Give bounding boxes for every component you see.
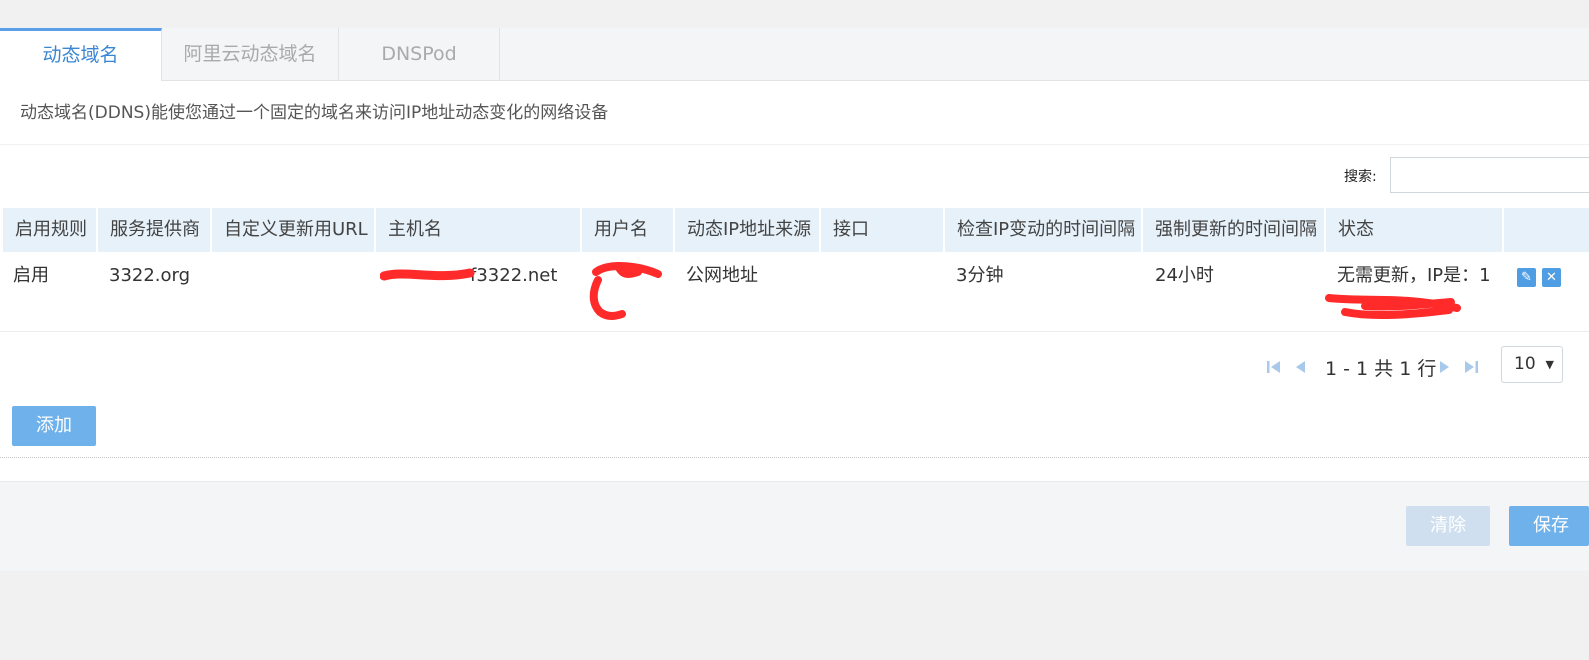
column-header-interface: 接口 bbox=[821, 208, 945, 252]
cell-provider: 3322.org bbox=[109, 265, 191, 286]
column-header-check-interval: 检查IP变动的时间间隔 bbox=[945, 208, 1143, 252]
tab-aliyun-ddns[interactable]: 阿里云动态域名 bbox=[162, 28, 339, 80]
caret-down-icon: ▼ bbox=[1545, 358, 1554, 371]
cell-check-interval: 3分钟 bbox=[956, 265, 1004, 286]
pagination-summary: 1 - 1 共 1 行 bbox=[1325, 358, 1437, 380]
column-header-status: 状态 bbox=[1326, 208, 1504, 252]
search-input[interactable] bbox=[1390, 157, 1589, 193]
save-button[interactable]: 保存 bbox=[1509, 506, 1589, 546]
first-page-icon[interactable] bbox=[1266, 358, 1282, 376]
column-header-custom-url: 自定义更新用URL bbox=[212, 208, 376, 252]
column-header-ip-source: 动态IP地址来源 bbox=[675, 208, 821, 252]
last-page-icon[interactable] bbox=[1463, 358, 1479, 376]
footer-bar: 清除 保存 bbox=[0, 481, 1589, 571]
cell-status: 无需更新，IP是：1 bbox=[1337, 265, 1491, 286]
tab-ddns[interactable]: 动态域名 bbox=[0, 28, 162, 81]
status-ip-redaction bbox=[1325, 294, 1461, 320]
tab-dnspod[interactable]: DNSPod bbox=[339, 28, 500, 80]
cell-enabled: 启用 bbox=[13, 265, 49, 286]
ddns-panel: 动态域名 阿里云动态域名 DNSPod 动态域名(DDNS)能使您通过一个固定的… bbox=[0, 28, 1589, 571]
close-icon: ✕ bbox=[1546, 270, 1557, 285]
column-header-username: 用户名 bbox=[582, 208, 675, 252]
hostname-redaction bbox=[380, 268, 475, 281]
divider bbox=[0, 144, 1589, 145]
edit-button[interactable]: ✎ bbox=[1517, 268, 1536, 287]
divider bbox=[0, 457, 1589, 458]
page-description: 动态域名(DDNS)能使您通过一个固定的域名来访问IP地址动态变化的网络设备 bbox=[20, 103, 609, 123]
pencil-icon: ✎ bbox=[1521, 270, 1532, 285]
clear-button[interactable]: 清除 bbox=[1406, 506, 1490, 546]
column-header-force-interval: 强制更新的时间间隔 bbox=[1143, 208, 1326, 252]
cell-ip-source: 公网地址 bbox=[686, 265, 758, 286]
table-header: 启用规则 服务提供商 自定义更新用URL 主机名 用户名 动态IP地址来源 接口… bbox=[3, 208, 1589, 252]
column-header-actions bbox=[1504, 208, 1589, 252]
tab-bar: 动态域名 阿里云动态域名 DNSPod bbox=[0, 28, 1589, 81]
prev-page-icon[interactable] bbox=[1293, 358, 1309, 376]
username-redaction bbox=[589, 262, 662, 320]
search-label: 搜索: bbox=[1344, 169, 1377, 185]
cell-hostname: f3322.net bbox=[470, 265, 558, 286]
page-size-value: 10 bbox=[1514, 354, 1536, 374]
add-button[interactable]: 添加 bbox=[12, 406, 96, 446]
divider bbox=[0, 331, 1589, 332]
page-size-select[interactable]: 10 ▼ bbox=[1501, 346, 1563, 383]
cell-force-interval: 24小时 bbox=[1155, 265, 1214, 286]
delete-button[interactable]: ✕ bbox=[1542, 268, 1561, 287]
next-page-icon[interactable] bbox=[1436, 358, 1452, 376]
column-header-provider: 服务提供商 bbox=[98, 208, 212, 252]
column-header-enabled: 启用规则 bbox=[3, 208, 98, 252]
column-header-hostname: 主机名 bbox=[376, 208, 582, 252]
